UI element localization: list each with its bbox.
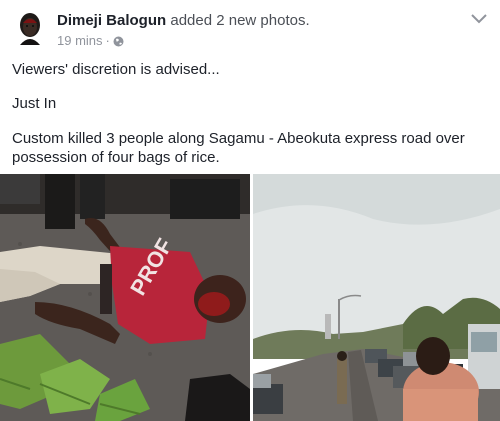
post-photo-2[interactable] — [253, 174, 500, 421]
author-line: Dimeji Balogun added 2 new photos. — [57, 12, 310, 29]
post-meta: 19 mins · — [57, 33, 124, 48]
post-header: Dimeji Balogun added 2 new photos. 19 mi… — [0, 0, 500, 52]
post-paragraph: Just In — [12, 95, 57, 112]
avatar[interactable] — [12, 9, 48, 45]
post-photo-1[interactable]: PROF — [0, 174, 250, 421]
chevron-down-icon[interactable] — [470, 12, 488, 26]
timestamp[interactable]: 19 mins — [57, 33, 103, 48]
author-name[interactable]: Dimeji Balogun — [57, 12, 166, 29]
post-paragraph: Custom killed 3 people along Sagamu - Ab… — [12, 130, 465, 166]
meta-separator: · — [105, 33, 110, 48]
post-action: added 2 new photos. — [170, 12, 310, 29]
post-paragraph: Viewers' discretion is advised... — [12, 61, 220, 78]
globe-icon — [113, 35, 124, 47]
photo-grid: PROF — [0, 174, 500, 421]
